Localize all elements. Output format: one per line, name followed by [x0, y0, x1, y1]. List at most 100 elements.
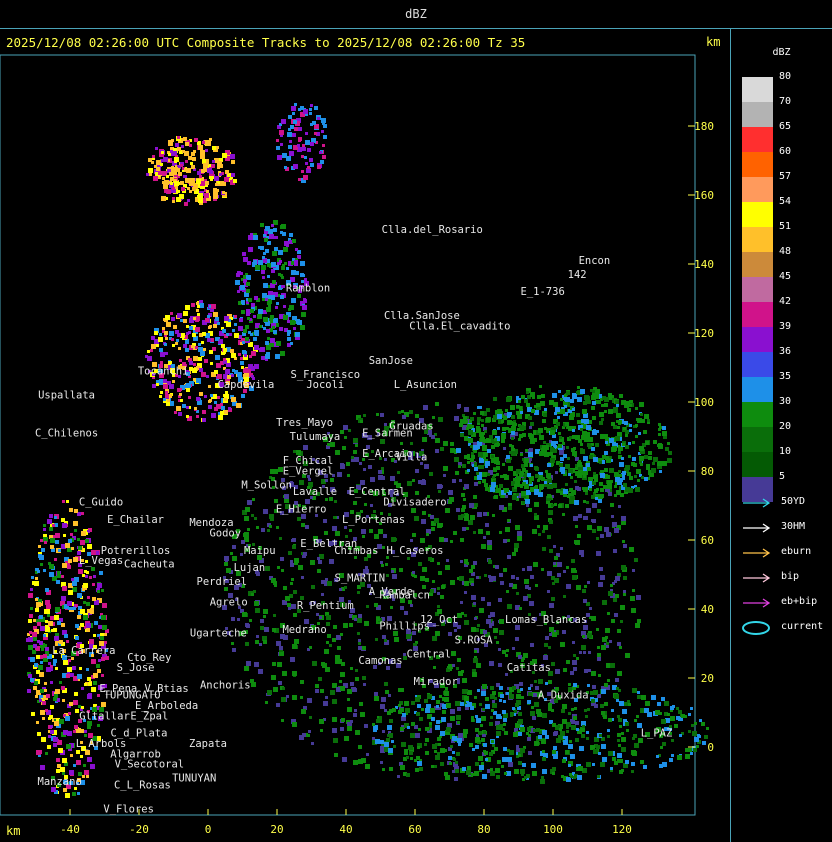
legend-value-label: 65: [779, 121, 792, 132]
place-label: La_Carrera: [52, 645, 115, 657]
legend-value-label: 10: [779, 446, 792, 457]
legend-value-label: 39: [779, 321, 792, 332]
place-label: Lomas_Blancas: [505, 614, 587, 626]
place-label: Jocoli: [306, 379, 344, 391]
track-legend-label: 30HM: [781, 521, 806, 532]
place-label: L_Vegas: [79, 555, 123, 567]
track-legend-row: current: [741, 621, 831, 635]
track-arrow-icon: [743, 498, 771, 508]
x-tick-label: 40: [339, 823, 352, 836]
legend-swatch: [742, 227, 773, 252]
legend-swatch: [742, 77, 773, 102]
legend-swatch: [742, 302, 773, 327]
x-tick-label: 60: [408, 823, 421, 836]
legend-swatch: [742, 152, 773, 177]
x-tick-label: -20: [129, 823, 149, 836]
legend-value-label: 20: [779, 421, 792, 432]
place-label: Capdevila: [217, 379, 274, 391]
legend-value-label: 70: [779, 96, 792, 107]
legend-value-label: 45: [779, 271, 792, 282]
legend-swatch: [742, 327, 773, 352]
place-label: Agrelo: [210, 597, 248, 609]
place-label: Godoy: [209, 528, 241, 540]
place-label: E_Hierro: [276, 503, 327, 515]
header-title: dBZ: [0, 0, 832, 29]
track-legend-label: bip: [781, 571, 800, 582]
track-legend-label: current: [781, 621, 824, 632]
place-label: V_Secotoral: [115, 759, 185, 771]
composite-tracks-subtitle: 2025/12/08 02:26:00 UTC Composite Tracks…: [6, 35, 526, 50]
y-tick-label: 80: [701, 465, 714, 478]
place-label: Rambalcn: [379, 590, 430, 602]
place-label: 142: [568, 269, 587, 281]
x-tick-label: 0: [205, 823, 212, 836]
place-label: E_Chailar: [107, 514, 164, 526]
legend-swatch: [742, 202, 773, 227]
legend-swatch: [742, 252, 773, 277]
legend-value-label: 48: [779, 246, 792, 257]
place-label: L_Asuncion: [394, 379, 457, 391]
y-tick-label: 160: [694, 189, 714, 202]
track-legend-label: eb+bip: [781, 596, 818, 607]
legend-swatch: [742, 102, 773, 127]
radar-panel: 180 160 140 120 100 80 60 40 20 0 -40 -20 0 20 40 60 80 1…: [0, 29, 731, 842]
legend-value-label: 30: [779, 396, 792, 407]
track-arrow-icon: [743, 523, 771, 533]
radar-map[interactable]: 180 160 140 120 100 80 60 40 20 0 -40 -20 0 20 40 60 80 1…: [0, 29, 730, 842]
place-label: Camonas: [358, 655, 402, 667]
track-legend-row: 30HM: [741, 521, 831, 535]
y-tick-label: 180: [694, 120, 714, 133]
track-arrow-icon: [743, 573, 771, 583]
legend-value-label: 51: [779, 221, 792, 232]
place-label: Cacheuta: [124, 559, 175, 571]
place-label: S_MARTIN: [335, 572, 386, 584]
legend-value-label: 80: [779, 71, 792, 82]
y-tick-label: 0: [707, 741, 714, 754]
place-label: Tulumaya: [290, 431, 341, 443]
place-label: Villa: [396, 452, 428, 464]
place-label: Clla.del_Rosario: [382, 224, 483, 236]
place-label: S_Jose: [117, 662, 155, 674]
place-label: H_Caseros: [387, 545, 444, 557]
legend-swatch: [742, 277, 773, 302]
place-label: L_PAZ: [641, 728, 673, 740]
track-arrow-icon: [743, 598, 771, 608]
y-tick-label: 100: [694, 396, 714, 409]
legend-panel: dBZ 80 70 65 60 57 54 51 48 45 42 39 36 35 30 20 10 5 50…: [731, 29, 832, 842]
y-tick-label: 120: [694, 327, 714, 340]
place-label: TUNUYAN: [172, 773, 216, 785]
x-tick-label: 20: [270, 823, 283, 836]
track-legend-row: bip: [741, 571, 831, 585]
track-arrow-icon: [743, 548, 771, 558]
place-label: Anchoris: [200, 679, 251, 691]
echo-small-north: [276, 103, 327, 183]
place-label: Perdriel: [197, 576, 248, 588]
place-label: Lavalle: [293, 486, 337, 498]
place-label: Phillips: [379, 621, 430, 633]
legend-swatch: [742, 427, 773, 452]
x-tick-label: 80: [477, 823, 490, 836]
place-label: Catitas: [507, 662, 551, 674]
legend-swatch: [742, 127, 773, 152]
place-label: C_Chilenos: [35, 428, 98, 440]
x-axis-unit-label: km: [6, 824, 21, 838]
place-label: Zapata: [189, 738, 227, 750]
place-label: A_Duxida: [538, 690, 589, 702]
place-label: Ramblon: [286, 283, 330, 295]
legend-value-label: 57: [779, 171, 792, 182]
legend-value-label: 42: [779, 296, 792, 307]
place-label: S.ROSA: [455, 635, 494, 647]
place-label: Manzano: [38, 776, 82, 788]
place-label: Uspallata: [38, 390, 95, 402]
x-tick-label: -40: [60, 823, 80, 836]
place-label: C_L_Rosas: [114, 779, 171, 791]
place-label: Ugarteche: [190, 628, 247, 640]
place-label: R_Pentium: [297, 600, 354, 612]
place-label: Maipu: [244, 545, 276, 557]
place-label: Clla.El_cavadito: [409, 321, 510, 333]
place-label: E_1-736: [521, 286, 565, 298]
y-tick-label: 60: [701, 534, 714, 547]
legend-swatch: [742, 402, 773, 427]
legend-title: dBZ: [772, 47, 791, 58]
place-label: Divisadero: [383, 497, 446, 509]
